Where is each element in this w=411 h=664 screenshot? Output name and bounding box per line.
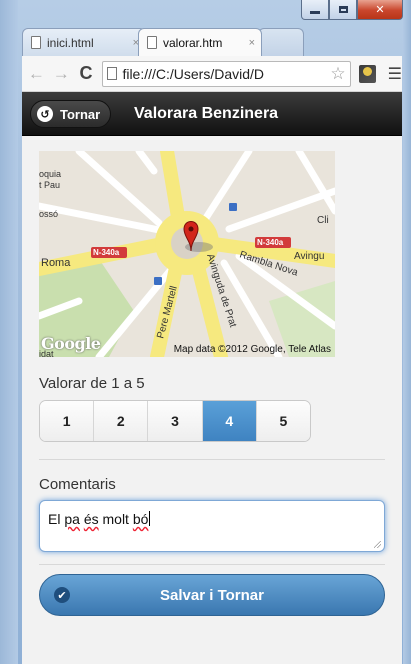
tab-label: inici.html — [47, 35, 94, 50]
back-arrow-icon[interactable]: ← — [26, 64, 47, 84]
tab-inici[interactable]: inici.html × — [22, 28, 146, 56]
comment-text-misspelled: és — [83, 511, 99, 527]
rating-option-2[interactable]: 2 — [94, 401, 149, 441]
page-icon — [107, 67, 118, 80]
tab-valorar[interactable]: valorar.htm × — [138, 28, 262, 56]
window-border-right — [403, 0, 411, 664]
divider — [39, 459, 385, 460]
tab-label: valorar.htm — [163, 35, 223, 50]
close-window-button[interactable]: ✕ — [357, 0, 403, 20]
browser-toolbar: ← → C file:///C:/Users/David/D ☆ ☰ — [22, 56, 402, 92]
svg-text:oquia: oquia — [39, 169, 61, 179]
comment-text-misspelled: pa — [64, 511, 80, 527]
back-circle-icon: ↺ — [37, 106, 53, 122]
back-button-label: Tornar — [60, 106, 101, 122]
document-icon — [31, 36, 41, 49]
close-icon: ✕ — [375, 4, 385, 16]
save-and-return-button[interactable]: ✔ Salvar i Tornar — [39, 574, 385, 616]
comment-text: El — [48, 511, 65, 527]
svg-text:N-340a: N-340a — [93, 248, 120, 257]
resize-grip-icon[interactable] — [374, 541, 381, 548]
address-bar[interactable]: file:///C:/Users/David/D ☆ — [102, 60, 351, 87]
maximize-icon — [338, 6, 348, 13]
rating-button-group: 1 2 3 4 5 — [39, 400, 311, 442]
bookmark-star-icon[interactable]: ☆ — [330, 64, 349, 84]
rating-label: Valorar de 1 a 5 — [39, 375, 145, 392]
rating-option-4[interactable]: 4 — [202, 401, 257, 441]
minimize-icon — [310, 11, 320, 14]
rating-option-3[interactable]: 3 — [148, 401, 203, 441]
tab-strip: inici.html × valorar.htm × — [22, 28, 402, 56]
extension-icon[interactable] — [358, 64, 376, 83]
svg-text:Avingu: Avingu — [294, 251, 324, 262]
map-graphic: Rambla Nova Avinguda de Prat Pere Martel… — [39, 151, 335, 357]
comments-label: Comentaris — [39, 476, 116, 493]
svg-text:ossó: ossó — [39, 209, 58, 219]
comments-textarea[interactable]: El pa és molt bó — [39, 500, 385, 552]
comment-text: molt — [98, 511, 133, 527]
comment-text-misspelled: bó — [132, 511, 149, 527]
tab-close-icon[interactable]: × — [249, 37, 255, 49]
svg-text:Roma: Roma — [41, 257, 71, 269]
google-logo[interactable]: Google — [41, 334, 101, 353]
text-caret — [149, 511, 151, 526]
page-viewport: ↺ Tornar Valorara Benzinera Rambla Nova … — [22, 92, 402, 664]
save-button-label: Salvar i Tornar — [160, 586, 264, 604]
menu-icon[interactable]: ☰ — [388, 64, 402, 84]
map-attribution: Map data ©2012 Google, Tele Atlas — [173, 344, 331, 355]
minimize-button[interactable] — [301, 0, 329, 20]
rating-option-1[interactable]: 1 — [40, 401, 95, 441]
svg-text:Cli: Cli — [317, 215, 329, 226]
map-view[interactable]: Rambla Nova Avinguda de Prat Pere Martel… — [39, 151, 335, 357]
forward-arrow-icon[interactable]: → — [51, 64, 72, 84]
url-text: file:///C:/Users/David/D — [122, 65, 265, 82]
reload-icon[interactable]: C — [76, 63, 97, 84]
rating-option-5[interactable]: 5 — [256, 401, 310, 441]
new-tab-button[interactable] — [258, 28, 304, 56]
svg-text:N-340a: N-340a — [257, 238, 284, 247]
window-border-left — [0, 0, 18, 664]
maximize-button[interactable] — [329, 0, 357, 20]
divider — [39, 564, 385, 565]
back-button[interactable]: ↺ Tornar — [30, 100, 112, 128]
page-title: Valorara Benzinera — [134, 105, 279, 122]
window-caption-buttons: ✕ — [301, 0, 403, 20]
page-header: ↺ Tornar Valorara Benzinera — [22, 92, 402, 136]
check-icon: ✔ — [54, 587, 70, 603]
svg-text:t Pau: t Pau — [39, 180, 60, 190]
document-icon — [147, 36, 157, 49]
